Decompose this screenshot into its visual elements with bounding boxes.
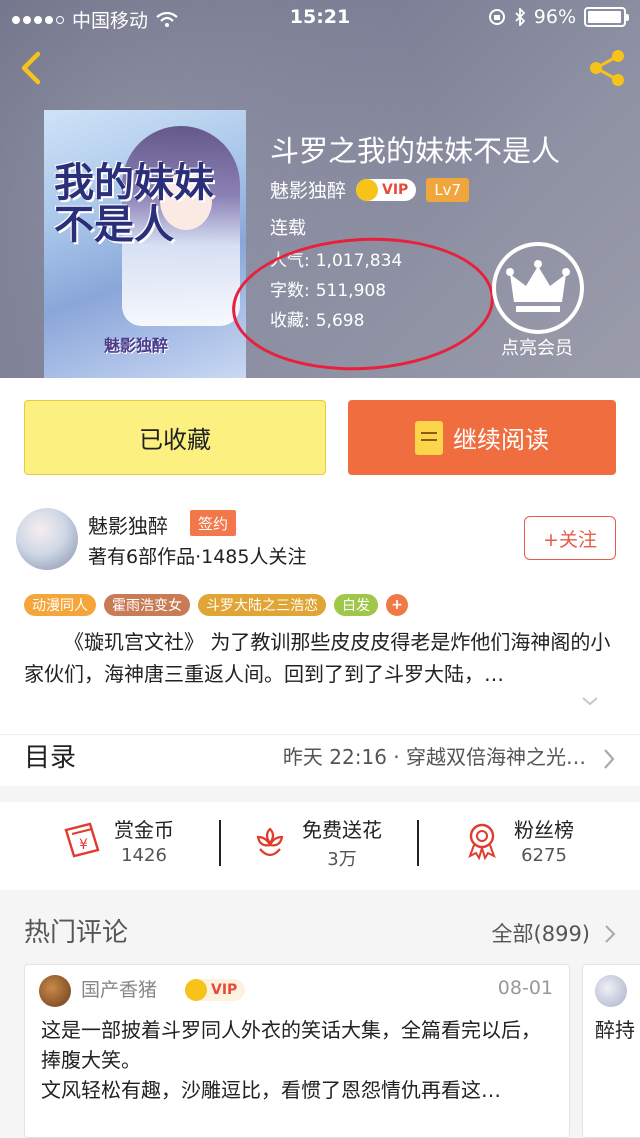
cover-author: 魅影独醉 [104, 336, 169, 355]
member-label[interactable]: 点亮会员 [484, 334, 590, 360]
vip-badge: VIP [356, 178, 417, 201]
gift-value: 1426 [121, 845, 167, 866]
battery-icon [584, 7, 629, 27]
book-author[interactable]: 魅影独醉 [270, 176, 346, 203]
author-avatar[interactable] [16, 508, 78, 570]
author-meta: 著有6部作品·1485人关注 [88, 546, 307, 568]
gift-value: 6275 [521, 845, 567, 866]
gift-free-flower[interactable]: 免费送花 3万 [250, 814, 382, 871]
genre-tag[interactable]: 动漫同人 [24, 594, 96, 616]
crown-icon [356, 178, 379, 201]
divider [219, 820, 221, 866]
gift-bar: ¥ 赏金币 1426 免费送花 3万 粉丝榜 6275 [0, 802, 640, 890]
vip-badge: VIP [185, 979, 246, 1001]
gift-reward-coins[interactable]: ¥ 赏金币 1426 [62, 814, 174, 866]
crown-icon [185, 979, 207, 1001]
commenter-name[interactable]: 国产香猪 [81, 975, 157, 1002]
status-bar: 中国移动 15:21 96% [0, 0, 640, 34]
battery-fill [588, 11, 621, 23]
comment-card[interactable]: 国产香猪 VIP 08-01 这是一部披着斗罗同人外衣的笑话大集，全篇看完以后，… [24, 964, 570, 1138]
share-icon [590, 50, 624, 86]
signed-tag: 签约 [190, 510, 237, 536]
action-bar: 已收藏 继续阅读 [0, 378, 640, 498]
gift-value: 3万 [327, 849, 357, 870]
book-author-row: 魅影独醉 VIP Lv7 [270, 176, 470, 203]
divider [417, 820, 419, 866]
gift-label: 免费送花 [302, 818, 382, 842]
book-description[interactable]: 《璇玑宫文社》 为了教训那些皮皮皮得老是炸他们海神阁的小家伙们，海神唐三重返人间… [24, 626, 614, 690]
medal-icon [468, 823, 496, 860]
back-button[interactable] [14, 46, 50, 90]
flower-icon [256, 826, 284, 856]
book-header: 中国移动 15:21 96% 我的妹妹不是人 魅影独醉 斗罗之我的妹妹不是人 魅… [0, 0, 640, 378]
share-button[interactable] [586, 46, 630, 90]
genre-tag[interactable]: 白发 [334, 594, 378, 616]
book-cover[interactable]: 我的妹妹不是人 魅影独醉 [44, 110, 246, 378]
table-of-contents-row[interactable]: 目录 昨天 22:16 · 穿越双倍海神之光… [0, 734, 640, 786]
chevron-right-icon[interactable] [604, 924, 616, 944]
annotation-circle [228, 231, 498, 377]
gift-label: 赏金币 [114, 818, 174, 842]
book-title: 斗罗之我的妹妹不是人 [270, 134, 561, 168]
cover-title-art: 我的妹妹不是人 [54, 159, 214, 248]
add-tag-button[interactable]: + [386, 594, 408, 616]
commenter-avatar[interactable] [39, 975, 71, 1007]
level-badge: Lv7 [426, 177, 470, 202]
chevron-left-icon [21, 51, 41, 85]
genre-tag[interactable]: 斗罗大陆之三浩恋 [198, 594, 326, 616]
battery-percent: 96% [533, 6, 576, 28]
commenter-avatar [595, 975, 627, 1007]
crown-icon [506, 260, 570, 312]
author-card: 魅影独醉 签约 著有6部作品·1485人关注 +关注 动漫同人 霍雨浩变女 斗罗大陆… [0, 498, 640, 734]
author-name[interactable]: 魅影独醉 [88, 510, 168, 539]
comment-body: 这是一部披着斗罗同人外衣的笑话大集，全篇看完以后，捧腹大笑。 文风轻松有趣，沙雕… [41, 1015, 557, 1105]
toc-title: 目录 [24, 743, 77, 773]
comment-card-partial[interactable]: 醉持 [582, 964, 640, 1138]
member-button[interactable] [492, 242, 584, 334]
comment-partial-text: 醉持 [595, 1018, 635, 1042]
vip-label: VIP [211, 982, 238, 998]
book-icon [415, 420, 443, 455]
gift-label: 粉丝榜 [514, 818, 574, 842]
all-comments-link[interactable]: 全部(899) [492, 918, 590, 948]
follow-button[interactable]: +关注 [524, 516, 616, 560]
svg-text:¥: ¥ [79, 837, 88, 853]
comment-date: 08-01 [497, 977, 553, 999]
comment-line: 这是一部披着斗罗同人外衣的笑话大集，全篇看完以后，捧腹大笑。 [41, 1018, 541, 1072]
vip-label: VIP [382, 181, 409, 198]
bluetooth-icon [515, 8, 526, 26]
comment-line: 文风轻松有趣，沙雕逗比，看惯了恩怨情仇再看这… [41, 1078, 501, 1102]
genre-tag[interactable]: 霍雨浩变女 [104, 594, 190, 616]
gift-fan-ranking[interactable]: 粉丝榜 6275 [462, 814, 574, 866]
comments-title: 热门评论 [24, 918, 129, 948]
rotation-lock-icon [488, 9, 505, 25]
chevron-right-icon [604, 749, 615, 769]
chevron-down-icon[interactable] [580, 694, 600, 708]
continue-reading-button[interactable]: 继续阅读 [348, 400, 616, 475]
continue-reading-label: 继续阅读 [453, 426, 549, 454]
gold-coin-envelope-icon: ¥ [64, 822, 100, 858]
collected-button[interactable]: 已收藏 [24, 400, 326, 475]
collected-label: 已收藏 [139, 426, 211, 454]
serial-status: 连载 [270, 218, 306, 239]
tag-list: 动漫同人 霍雨浩变女 斗罗大陆之三浩恋 白发 + [24, 594, 408, 616]
latest-chapter: 昨天 22:16 · 穿越双倍海神之光… [282, 745, 586, 769]
comments-header: 热门评论 全部(899) [0, 902, 640, 962]
